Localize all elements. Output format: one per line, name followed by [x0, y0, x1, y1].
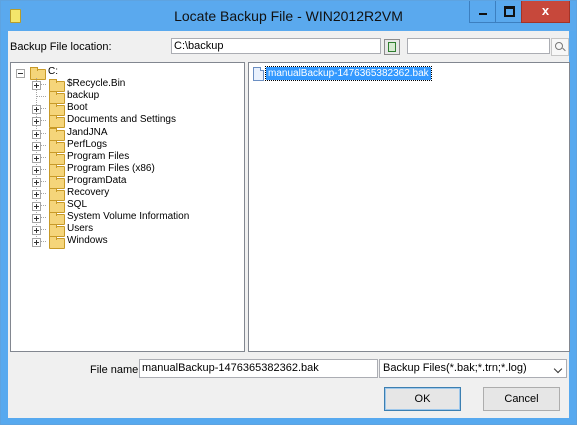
expand-icon[interactable]	[32, 238, 41, 248]
expand-icon[interactable]	[32, 190, 41, 199]
title-bar[interactable]: Locate Backup File - WIN2012R2VM x	[1, 1, 576, 31]
refresh-button[interactable]	[384, 39, 400, 55]
tree-item-label: PerfLogs	[67, 138, 108, 150]
maximize-button[interactable]	[495, 1, 523, 23]
tree-item-label: System Volume Information	[67, 211, 190, 223]
tree-item-label: Recovery	[67, 187, 110, 198]
cancel-button[interactable]: Cancel	[483, 387, 560, 411]
expand-icon[interactable]	[32, 105, 41, 115]
tree-item[interactable]: System Volume Information	[11, 211, 231, 226]
ok-button[interactable]: OK	[384, 387, 461, 411]
dialog-window: Locate Backup File - WIN2012R2VM x Backu…	[0, 0, 577, 425]
file-icon	[253, 67, 264, 81]
tree-item[interactable]: Program Files (x86)	[11, 162, 231, 177]
file-list[interactable]: manualBackup-1476365382362.bak	[248, 62, 570, 352]
expand-icon[interactable]	[32, 214, 41, 224]
tree-root[interactable]: C:	[11, 66, 231, 80]
tree-item[interactable]: Program Files	[11, 150, 231, 165]
close-button[interactable]: x	[521, 1, 570, 23]
expand-icon[interactable]	[32, 165, 41, 175]
dialog-body: Backup File location: C:\backup C: $Recyc…	[8, 31, 570, 418]
file-type-select[interactable]: Backup Files(*.bak;*.trn;*.log)	[379, 359, 567, 378]
tree-root-label: C:	[48, 66, 58, 77]
backup-location-input[interactable]: C:\backup	[171, 38, 381, 54]
tree-item-label: ProgramData	[67, 174, 127, 186]
file-type-value: Backup Files(*.bak;*.trn;*.log)	[383, 362, 527, 374]
chevron-down-icon	[553, 364, 563, 374]
tree-item[interactable]: Documents and Settings	[11, 114, 231, 129]
tree-item-label: Program Files (x86)	[67, 162, 155, 174]
tree-item-label: $Recycle.Bin	[67, 78, 126, 90]
file-name: manualBackup-1476365382362.bak	[265, 66, 432, 81]
tree-item[interactable]: Users	[11, 223, 231, 238]
collapse-icon[interactable]	[16, 69, 25, 78]
tree-item-label: Users	[67, 223, 94, 235]
expand-icon[interactable]	[32, 202, 41, 212]
expand-icon[interactable]	[32, 81, 41, 91]
tree-item-label: SQL	[67, 199, 88, 211]
tree-connector	[36, 96, 46, 98]
file-name-label: File name:	[90, 364, 142, 376]
expand-icon[interactable]	[32, 226, 41, 236]
close-icon: x	[541, 3, 550, 18]
search-input[interactable]	[407, 38, 550, 54]
search-button[interactable]	[551, 38, 569, 56]
folder-icon	[49, 236, 65, 250]
expand-icon[interactable]	[32, 153, 41, 163]
tree-item[interactable]: PerfLogs	[11, 138, 231, 153]
folder-tree[interactable]: C: $Recycle.Bin backup Boot Documents and Se…	[10, 62, 245, 352]
tree-item-label: backup	[67, 90, 100, 102]
minimize-button[interactable]	[469, 1, 497, 23]
expand-icon[interactable]	[32, 117, 41, 127]
tree-item-label: Windows	[67, 235, 108, 247]
backup-location-label: Backup File location:	[10, 41, 112, 53]
tree-item-label: Documents and Settings	[67, 114, 176, 126]
expand-icon[interactable]	[32, 141, 41, 151]
tree-item[interactable]: Windows	[11, 235, 231, 250]
tree-item-label: Program Files	[67, 150, 130, 162]
tree-item-label: Boot	[67, 102, 88, 114]
tree-item[interactable]: backup	[11, 90, 231, 105]
expand-icon[interactable]	[32, 129, 41, 139]
tree-item[interactable]: SQL	[11, 199, 231, 214]
tree-item[interactable]: $Recycle.Bin	[11, 78, 231, 93]
expand-icon[interactable]	[32, 177, 41, 187]
tree-item[interactable]: ProgramData	[11, 174, 231, 189]
file-name-input[interactable]: manualBackup-1476365382362.bak	[139, 359, 378, 378]
tree-item[interactable]: Recovery	[11, 187, 231, 201]
tree-item[interactable]: Boot	[11, 102, 231, 117]
tree-item[interactable]: JandJNA	[11, 126, 231, 141]
tree-item-label: JandJNA	[67, 126, 108, 138]
